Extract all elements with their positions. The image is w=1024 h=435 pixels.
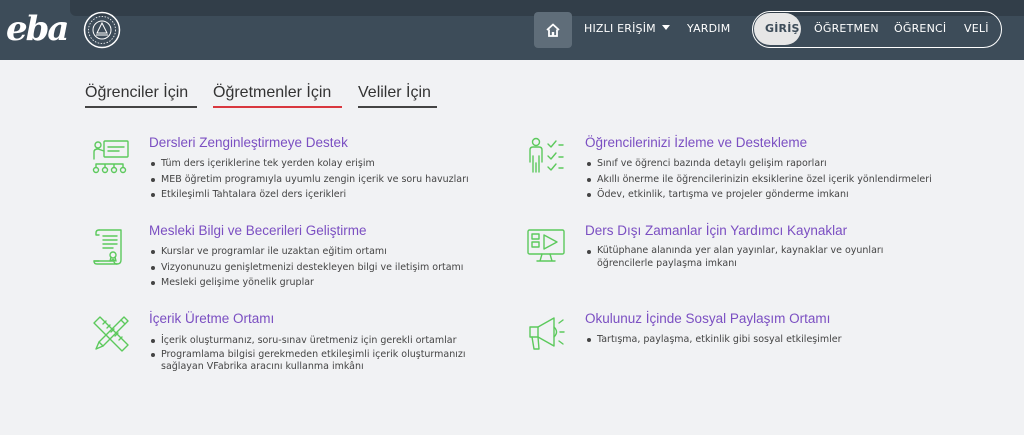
feature-title: Ders Dışı Zamanlar İçin Yardımcı Kaynakl… xyxy=(585,223,848,238)
list-item: Programlama bilgisi gerekmeden etkileşim… xyxy=(149,349,489,374)
quick-access-label: HIZLI ERİŞİM xyxy=(584,22,656,35)
help-link[interactable]: YARDIM xyxy=(687,22,730,36)
chevron-down-icon xyxy=(661,25,670,30)
teacher-role-link[interactable]: ÖĞRETMEN xyxy=(814,22,879,36)
feature-title: Mesleki Bilgi ve Becerileri Geliştirme xyxy=(149,223,367,238)
top-navigation-bar: eba HIZLI ERİŞİM YARDIM GİRİŞ ÖĞRETMEN Ö… xyxy=(0,0,1024,60)
feature-title: Dersleri Zenginleştirmeye Destek xyxy=(149,135,348,150)
feature-title: İçerik Üretme Ortamı xyxy=(149,311,275,326)
certificate-scroll-icon xyxy=(93,229,122,265)
feature-bullet-list: Kütüphane alanında yer alan yayınlar, ka… xyxy=(585,245,905,270)
feature-bullet-list: Sınıf ve öğrenci bazında detaylı gelişim… xyxy=(585,156,932,203)
tab-students[interactable]: Öğrenciler İçin xyxy=(85,83,188,103)
ministry-seal-icon[interactable] xyxy=(83,11,121,49)
feature-bullet-list: Tartışma, paylaşma, etkinlik gibi sosyal… xyxy=(585,332,842,348)
tab-teachers[interactable]: Öğretmenler İçin xyxy=(213,83,331,103)
tab-parents[interactable]: Veliler İçin xyxy=(358,83,431,103)
feature-bullet-list: Tüm ders içeriklerine tek yerden kolay e… xyxy=(149,156,469,203)
list-item: Kütüphane alanında yer alan yayınlar, ka… xyxy=(585,245,905,270)
feature-title: Okulunuz İçinde Sosyal Paylaşım Ortamı xyxy=(585,311,831,326)
student-role-link[interactable]: ÖĞRENCİ xyxy=(894,22,946,36)
list-item: Sınıf ve öğrenci bazında detaylı gelişim… xyxy=(585,156,932,172)
feature-bullet-list: Kurslar ve programlar ile uzaktan eğitim… xyxy=(149,244,463,291)
list-item: Tartışma, paylaşma, etkinlik gibi sosyal… xyxy=(585,332,842,348)
feature-title: Öğrencilerinizi İzleme ve Destekleme xyxy=(585,135,808,150)
login-button[interactable]: GİRİŞ xyxy=(765,22,800,36)
tab-parents-underline xyxy=(358,106,437,108)
eba-logo[interactable]: eba xyxy=(6,9,69,49)
feature-bullet-list: İçerik oluşturmanız, soru-sınav üretmeni… xyxy=(149,333,489,374)
list-item: MEB öğretim programıyla uyumlu zengin iç… xyxy=(149,172,469,188)
list-item: Mesleki gelişime yönelik gruplar xyxy=(149,275,463,291)
list-item: İçerik oluşturmanız, soru-sınav üretmeni… xyxy=(149,333,489,349)
student-checklist-icon xyxy=(529,137,564,173)
home-icon xyxy=(546,23,560,37)
pencil-ruler-icon xyxy=(93,316,129,352)
list-item: Etkileşimli Tahtalara özel ders içerikle… xyxy=(149,187,469,203)
tab-students-underline xyxy=(85,106,197,108)
quick-access-menu[interactable]: HIZLI ERİŞİM xyxy=(584,22,670,36)
presentation-icon xyxy=(92,140,129,174)
list-item: Kurslar ve programlar ile uzaktan eğitim… xyxy=(149,244,463,260)
parent-role-link[interactable]: VELİ xyxy=(964,22,989,36)
list-item: Tüm ders içeriklerine tek yerden kolay e… xyxy=(149,156,469,172)
megaphone-icon xyxy=(529,317,565,350)
list-item: Akıllı önerme ile öğrencilerinizin eksik… xyxy=(585,172,932,188)
home-button[interactable] xyxy=(534,12,572,48)
video-screen-icon xyxy=(527,229,565,262)
list-item: Ödev, etkinlik, tartışma ve projeler gön… xyxy=(585,187,932,203)
tab-teachers-underline xyxy=(213,106,342,108)
list-item: Vizyonunuzu genişletmenizi destekleyen b… xyxy=(149,260,463,276)
